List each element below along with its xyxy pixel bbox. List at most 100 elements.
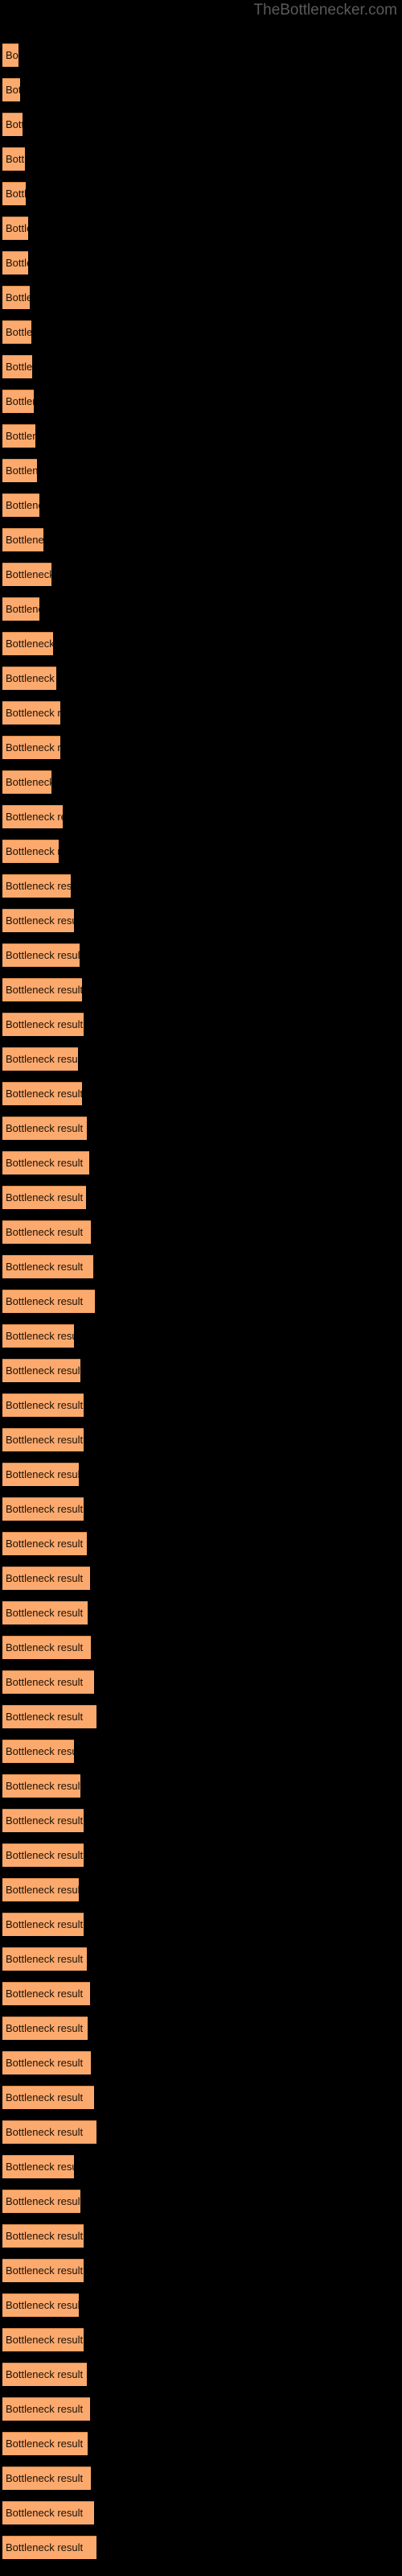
bar[interactable]: Bottleneck result <box>2 2051 91 2074</box>
bar-row: Bottleneck result <box>0 1186 402 1209</box>
bar[interactable]: Bottleneck result <box>2 1740 74 1763</box>
bar-label: Bottleneck result <box>6 2368 84 2380</box>
bar-row: Bottleneck result <box>0 2224 402 2248</box>
bar-row: Bottleneck result <box>0 909 402 932</box>
bar-row: Bottleneck result <box>0 459 402 482</box>
bar-row: Bottleneck result <box>0 182 402 205</box>
bar-label: Bottleneck result <box>6 1088 82 1100</box>
bar[interactable]: Bottleneck result <box>2 701 60 724</box>
bar[interactable]: Bottleneck result <box>2 770 51 794</box>
bar[interactable]: Bottleneck result <box>2 424 35 448</box>
bar[interactable]: Bottleneck result <box>2 320 31 344</box>
bar[interactable]: Bottleneck result <box>2 2017 88 2040</box>
bar[interactable]: Bottleneck result <box>2 2224 84 2248</box>
bar-series-layer: Bottleneck result Bottleneck result Bottle… <box>0 0 402 2576</box>
bar-row: Bottleneck result <box>0 2328 402 2351</box>
bar[interactable]: Bottleneck result <box>2 182 26 205</box>
bar[interactable]: Bottleneck result <box>2 390 34 413</box>
bar[interactable]: Bottleneck result <box>2 1220 91 1244</box>
bar[interactable]: Bottleneck result <box>2 1497 84 1521</box>
bar[interactable]: Bottleneck result <box>2 632 53 655</box>
bar[interactable]: Bottleneck result <box>2 2397 90 2421</box>
bar[interactable]: Bottleneck result <box>2 2501 94 2524</box>
bar[interactable]: Bottleneck result <box>2 2467 91 2490</box>
bar-label: Bottleneck result <box>6 2091 84 2103</box>
bar[interactable]: Bottleneck result <box>2 1774 80 1798</box>
bar[interactable]: Bottleneck result <box>2 1705 96 1728</box>
bar[interactable]: Bottleneck result <box>2 43 18 67</box>
bar[interactable]: Bottleneck result <box>2 943 80 967</box>
bar[interactable]: Bottleneck result <box>2 563 51 586</box>
bar-row: Bottleneck result <box>0 147 402 171</box>
bar[interactable]: Bottleneck result <box>2 840 59 863</box>
bar[interactable]: Bottleneck result <box>2 1359 80 1382</box>
bar[interactable]: Bottleneck result <box>2 147 25 171</box>
bar[interactable]: Bottleneck result <box>2 1636 91 1659</box>
bar[interactable]: Bottleneck result <box>2 78 20 101</box>
bar[interactable]: Bottleneck result <box>2 1601 88 1624</box>
bar[interactable]: Bottleneck result <box>2 2259 84 2282</box>
bar-row: Bottleneck result <box>0 632 402 655</box>
bar[interactable]: Bottleneck result <box>2 978 82 1001</box>
bar[interactable]: Bottleneck result <box>2 528 43 551</box>
bar[interactable]: Bottleneck result <box>2 1186 86 1209</box>
bar[interactable]: Bottleneck result <box>2 1947 87 1971</box>
bar[interactable]: Bottleneck result <box>2 1982 90 2005</box>
bar[interactable]: Bottleneck result <box>2 2328 84 2351</box>
bar[interactable]: Bottleneck result <box>2 2190 80 2213</box>
bar[interactable]: Bottleneck result <box>2 2363 87 2386</box>
bar[interactable]: Bottleneck result <box>2 2432 88 2455</box>
bar[interactable]: Bottleneck result <box>2 874 71 898</box>
bar-row: Bottleneck result <box>0 2432 402 2455</box>
bar-label: Bottleneck result <box>6 2438 84 2450</box>
bar[interactable]: Bottleneck result <box>2 1809 84 1832</box>
bar-label: Bottleneck result <box>6 638 53 650</box>
bar[interactable]: Bottleneck result <box>2 355 32 378</box>
bar[interactable]: Bottleneck result <box>2 1843 84 1867</box>
bar[interactable]: Bottleneck result <box>2 2155 74 2178</box>
bar[interactable]: Bottleneck result <box>2 1013 84 1036</box>
bar[interactable]: Bottleneck result <box>2 1255 93 1278</box>
bar[interactable]: Bottleneck result <box>2 1532 87 1555</box>
bar[interactable]: Bottleneck result <box>2 1463 79 1486</box>
bar[interactable]: Bottleneck result <box>2 1393 84 1417</box>
bar-row: Bottleneck result <box>0 424 402 448</box>
bar[interactable]: Bottleneck result <box>2 1913 84 1936</box>
bar[interactable]: Bottleneck result <box>2 2120 96 2144</box>
bar[interactable]: Bottleneck result <box>2 1428 84 1451</box>
bar[interactable]: Bottleneck result <box>2 2293 79 2317</box>
bar-label: Bottleneck result <box>6 1364 80 1377</box>
bar[interactable]: Bottleneck result <box>2 1878 79 1901</box>
bar-label: Bottleneck result <box>6 326 31 338</box>
bar-row: Bottleneck result <box>0 1463 402 1486</box>
bar[interactable]: Bottleneck result <box>2 1151 89 1174</box>
bar-row: Bottleneck result <box>0 1151 402 1174</box>
bar[interactable]: Bottleneck result <box>2 1047 78 1071</box>
bar[interactable]: Bottleneck result <box>2 459 37 482</box>
bar-label: Bottleneck result <box>6 2299 79 2311</box>
bar-label: Bottleneck result <box>6 2334 84 2346</box>
bar[interactable]: Bottleneck result <box>2 805 63 828</box>
bar-row: Bottleneck result <box>0 840 402 863</box>
bar[interactable]: Bottleneck result <box>2 493 39 517</box>
bar[interactable]: Bottleneck result <box>2 1082 82 1105</box>
bar[interactable]: Bottleneck result <box>2 1670 94 1694</box>
bar-label: Bottleneck result <box>6 118 23 130</box>
bar[interactable]: Bottleneck result <box>2 736 60 759</box>
bar[interactable]: Bottleneck result <box>2 597 39 621</box>
bar[interactable]: Bottleneck result <box>2 113 23 136</box>
bar-label: Bottleneck result <box>6 1295 84 1307</box>
bar[interactable]: Bottleneck result <box>2 286 30 309</box>
bar[interactable]: Bottleneck result <box>2 1324 74 1348</box>
bar[interactable]: Bottleneck result <box>2 2086 94 2109</box>
bar-row: Bottleneck result <box>0 1567 402 1590</box>
bar[interactable]: Bottleneck result <box>2 909 74 932</box>
bar[interactable]: Bottleneck result <box>2 217 28 240</box>
bar[interactable]: Bottleneck result <box>2 1567 90 1590</box>
bar-label: Bottleneck result <box>6 84 20 96</box>
bar[interactable]: Bottleneck result <box>2 1290 95 1313</box>
bar[interactable]: Bottleneck result <box>2 1117 87 1140</box>
bar[interactable]: Bottleneck result <box>2 667 56 690</box>
bar[interactable]: Bottleneck result <box>2 2536 96 2559</box>
bar[interactable]: Bottleneck result <box>2 251 28 275</box>
